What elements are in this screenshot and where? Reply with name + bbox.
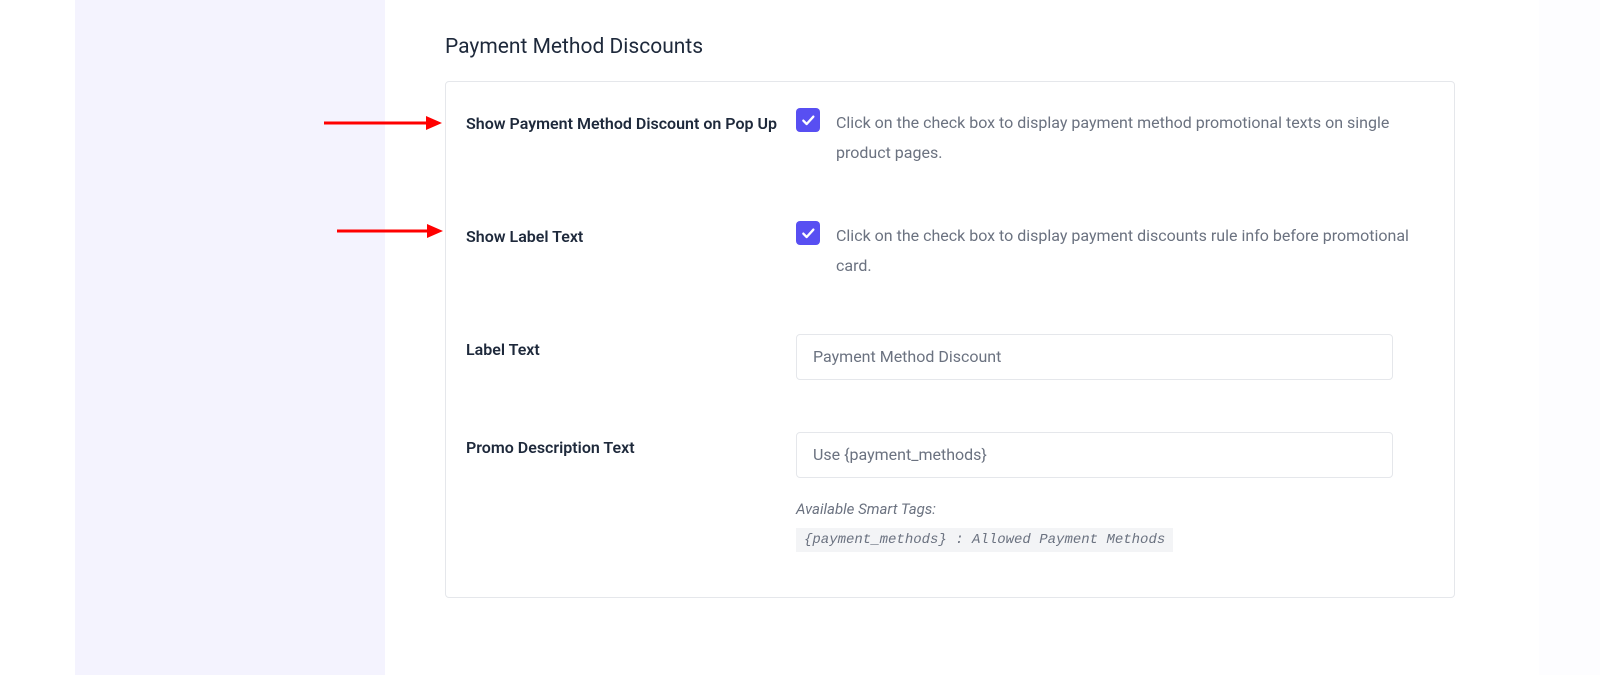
label-text-label: Label Text <box>466 336 796 363</box>
show-popup-label: Show Payment Method Discount on Pop Up <box>466 110 796 137</box>
show-label-help: Click on the check box to display paymen… <box>836 221 1434 282</box>
row-show-popup: Show Payment Method Discount on Pop Up C… <box>446 82 1454 195</box>
main-content: Payment Method Discounts Show Payment Me… <box>445 35 1545 598</box>
control-col: Available Smart Tags: {payment_methods} … <box>796 432 1434 552</box>
label-col: Show Label Text <box>466 221 796 250</box>
label-col: Show Payment Method Discount on Pop Up <box>466 108 796 137</box>
label-col: Promo Description Text <box>466 432 796 461</box>
check-icon <box>800 112 816 128</box>
sidebar-background <box>75 0 385 675</box>
control-col: Click on the check box to display paymen… <box>796 108 1434 169</box>
control-col <box>796 334 1434 380</box>
row-show-label: Show Label Text Click on the check box t… <box>446 195 1454 308</box>
label-col: Label Text <box>466 334 796 363</box>
check-line: Click on the check box to display paymen… <box>796 221 1434 282</box>
show-label-label: Show Label Text <box>466 223 796 250</box>
smart-tags-label: Available Smart Tags: <box>796 500 1434 518</box>
check-icon <box>800 225 816 241</box>
section-title: Payment Method Discounts <box>445 35 1545 59</box>
show-label-checkbox[interactable] <box>796 221 820 245</box>
promo-desc-input[interactable] <box>796 432 1393 478</box>
label-text-input[interactable] <box>796 334 1393 380</box>
row-promo-desc: Promo Description Text Available Smart T… <box>446 406 1454 597</box>
settings-panel: Show Payment Method Discount on Pop Up C… <box>445 81 1455 598</box>
show-popup-checkbox[interactable] <box>796 108 820 132</box>
check-line: Click on the check box to display paymen… <box>796 108 1434 169</box>
show-popup-help: Click on the check box to display paymen… <box>836 108 1434 169</box>
smart-tag-item: {payment_methods} : Allowed Payment Meth… <box>796 528 1173 552</box>
promo-desc-label: Promo Description Text <box>466 434 796 461</box>
left-margin <box>0 0 75 675</box>
control-col: Click on the check box to display paymen… <box>796 221 1434 282</box>
right-margin <box>1539 0 1600 675</box>
row-label-text: Label Text <box>446 308 1454 406</box>
